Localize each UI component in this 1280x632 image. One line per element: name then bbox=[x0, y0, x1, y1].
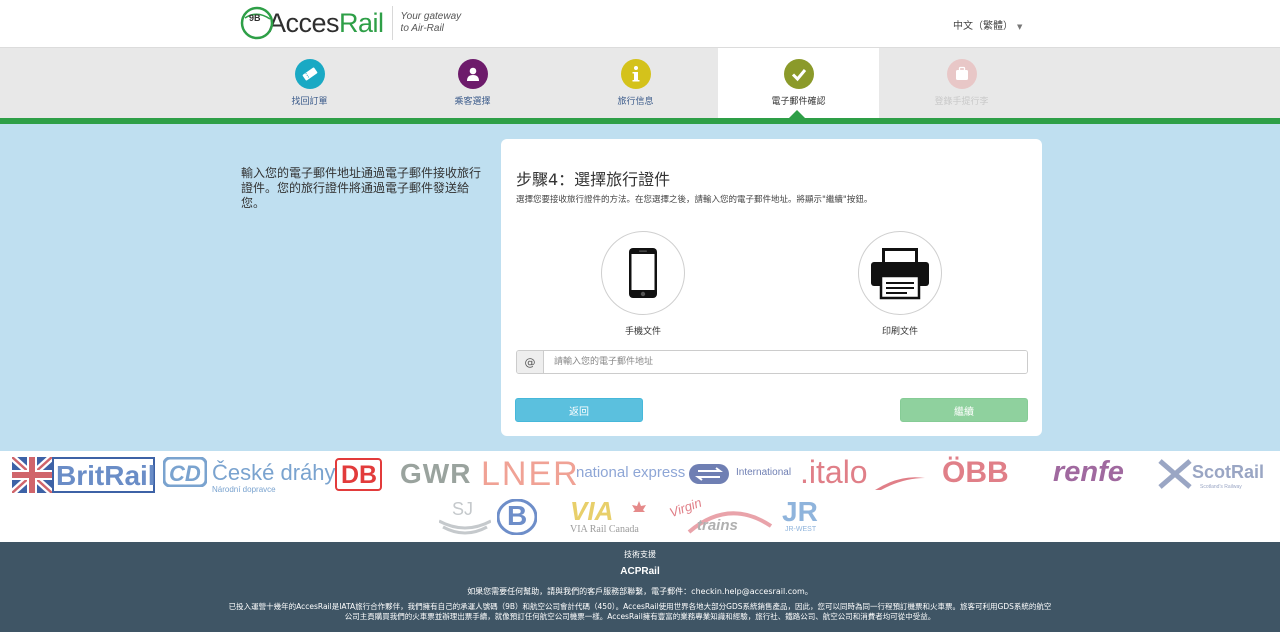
mobile-document-option[interactable]: 手機文件 bbox=[600, 231, 686, 337]
italo-swoosh-icon bbox=[875, 477, 925, 490]
jr-west-logo: JR JR-WEST bbox=[782, 496, 818, 533]
sncb-logo: B bbox=[496, 498, 538, 536]
active-step-pointer bbox=[789, 110, 805, 118]
step-label: 乘客選擇 bbox=[454, 97, 491, 107]
lner-logo: LNER bbox=[481, 455, 580, 493]
support-heading: 技術支援 bbox=[624, 550, 656, 559]
mobile-phone-icon bbox=[629, 248, 657, 298]
maple-leaf-icon bbox=[632, 501, 646, 517]
step-label: 找回訂單 bbox=[291, 97, 328, 107]
logo-code: 9B bbox=[249, 13, 261, 23]
help-contact-text: 如果您需要任何幫助，請與我們的客戶服務部聯繫，電子郵件：checkin.help… bbox=[467, 587, 813, 596]
about-text: 已投入運營十幾年的AccesRail是IATA旅行合作夥伴，我們擁有自己的承運人… bbox=[228, 602, 1052, 621]
national-express-logo: national express bbox=[576, 464, 686, 481]
site-header: 9B AccesRail Your gateway to Air-Rail 中文… bbox=[0, 0, 1280, 47]
check-icon bbox=[783, 59, 814, 89]
acprail-logo: ACPRail bbox=[620, 566, 660, 577]
cd-emblem-icon: CD bbox=[163, 457, 207, 487]
progress-steps: 找回訂單 乘客選擇 旅行信息 電子郵件確認 登錄手提行李 bbox=[0, 47, 1280, 119]
email-input[interactable] bbox=[544, 351, 1027, 373]
logo-text: AccesRail bbox=[268, 7, 384, 38]
logo-divider bbox=[391, 6, 393, 40]
document-selection-card: 步驟4：選擇旅行證件 選擇您要接收旅行證件的方法。在您選擇之後，請輸入您的電子郵… bbox=[501, 139, 1042, 436]
accesrail-logo[interactable]: 9B AccesRail Your gateway to Air-Rail bbox=[240, 5, 461, 41]
saltire-icon bbox=[1158, 459, 1192, 489]
union-jack-icon bbox=[12, 457, 52, 493]
step-passenger-selection[interactable]: 乘客選擇 bbox=[392, 48, 553, 119]
italo-logo: .italo bbox=[800, 454, 925, 494]
svg-text:CD: CD bbox=[169, 461, 201, 486]
info-icon bbox=[620, 59, 651, 89]
ns-arrows-icon bbox=[689, 464, 729, 484]
printer-icon bbox=[871, 248, 929, 300]
virgin-trains-logo: Virgin trains bbox=[667, 495, 773, 538]
sj-wings-icon bbox=[439, 519, 491, 535]
scotrail-logo: ScotRail Scotland's Railway bbox=[1158, 459, 1268, 493]
step-label: 電子郵件確認 bbox=[771, 97, 826, 107]
step-label: 登錄手提行李 bbox=[934, 97, 989, 107]
email-input-group: @ bbox=[516, 350, 1028, 374]
luggage-icon bbox=[946, 59, 977, 89]
tagline: Your gateway to Air-Rail bbox=[400, 11, 462, 34]
main-section: 輸入您的電子郵件地址通過電子郵件接收旅行證件。您的旅行證件將通過電子郵件發送給您… bbox=[0, 124, 1280, 451]
person-icon bbox=[457, 59, 488, 89]
print-option-label: 印刷文件 bbox=[881, 327, 918, 337]
britrail-logo: BritRail bbox=[12, 457, 156, 493]
gwr-logo: GWR bbox=[400, 458, 472, 489]
ns-international-logo: International bbox=[688, 461, 798, 487]
language-selector[interactable]: 中文（繁體） ▼ bbox=[953, 17, 1022, 32]
globe-logo-icon: 9B bbox=[240, 6, 274, 40]
ticket-icon bbox=[294, 59, 325, 89]
back-button[interactable]: 返回 bbox=[515, 398, 643, 422]
step-retrieve-booking[interactable]: 找回訂單 bbox=[229, 48, 390, 119]
language-label: 中文（繁體） bbox=[953, 21, 1013, 32]
step-travel-info[interactable]: 旅行信息 bbox=[555, 48, 716, 119]
ceske-drahy-logo: CD České dráhy Národní dopravce bbox=[163, 455, 336, 495]
step-description: 選擇您要接收旅行證件的方法。在您選擇之後，請輸入您的電子郵件地址。將顯示"繼續"… bbox=[516, 195, 873, 205]
step-email-confirmation[interactable]: 電子郵件確認 bbox=[718, 48, 879, 119]
instructions-text: 輸入您的電子郵件地址通過電子郵件接收旅行證件。您的旅行證件將通過電子郵件發送給您… bbox=[241, 166, 482, 210]
renfe-logo: renfe bbox=[1053, 456, 1124, 488]
site-footer: 技術支援 ACPRail 如果您需要任何幫助，請與我們的客戶服務部聯繫，電子郵件… bbox=[0, 542, 1280, 632]
obb-logo: ÖBB bbox=[942, 456, 1009, 489]
step-title: 步驟4：選擇旅行證件 bbox=[516, 170, 671, 189]
continue-button[interactable]: 繼續 bbox=[900, 398, 1028, 422]
rail-partner-logos: BritRail CD České dráhy Národní dopravce… bbox=[0, 451, 1280, 542]
caret-down-icon: ▼ bbox=[1017, 23, 1023, 31]
db-logo: DB bbox=[335, 458, 382, 491]
print-option-circle[interactable] bbox=[858, 231, 942, 315]
mobile-option-circle[interactable] bbox=[601, 231, 685, 315]
print-document-option[interactable]: 印刷文件 bbox=[857, 231, 943, 337]
via-rail-logo: VIA VIA Rail Canada bbox=[568, 496, 653, 538]
mobile-option-label: 手機文件 bbox=[624, 327, 661, 337]
step-label: 旅行信息 bbox=[617, 97, 654, 107]
at-sign-icon: @ bbox=[517, 351, 544, 373]
step-carry-on-luggage: 登錄手提行李 bbox=[881, 48, 1042, 119]
sj-logo: SJ bbox=[439, 499, 491, 537]
